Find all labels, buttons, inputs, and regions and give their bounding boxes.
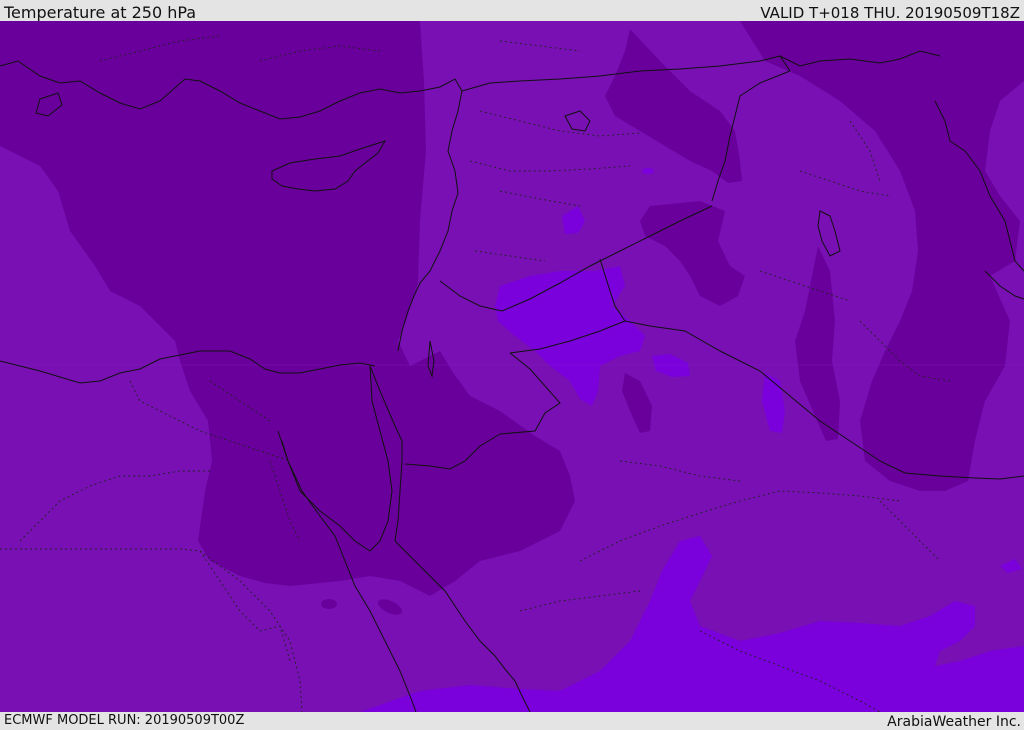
warm-spot-4 xyxy=(642,168,654,174)
footer-bar: ECMWF MODEL RUN: 20190509T00Z ArabiaWeat… xyxy=(0,712,1024,730)
map-title: Temperature at 250 hPa xyxy=(4,3,197,22)
temperature-map[interactable] xyxy=(0,21,1024,712)
header-bar: Temperature at 250 hPa VALID T+018 THU. … xyxy=(0,0,1024,22)
cold-spot-3 xyxy=(321,599,337,609)
valid-time: VALID T+018 THU. 20190509T18Z xyxy=(760,4,1020,22)
credit: ArabiaWeather Inc. xyxy=(887,714,1021,730)
map-canvas xyxy=(0,21,1024,712)
model-run: ECMWF MODEL RUN: 20190509T00Z xyxy=(4,713,245,728)
